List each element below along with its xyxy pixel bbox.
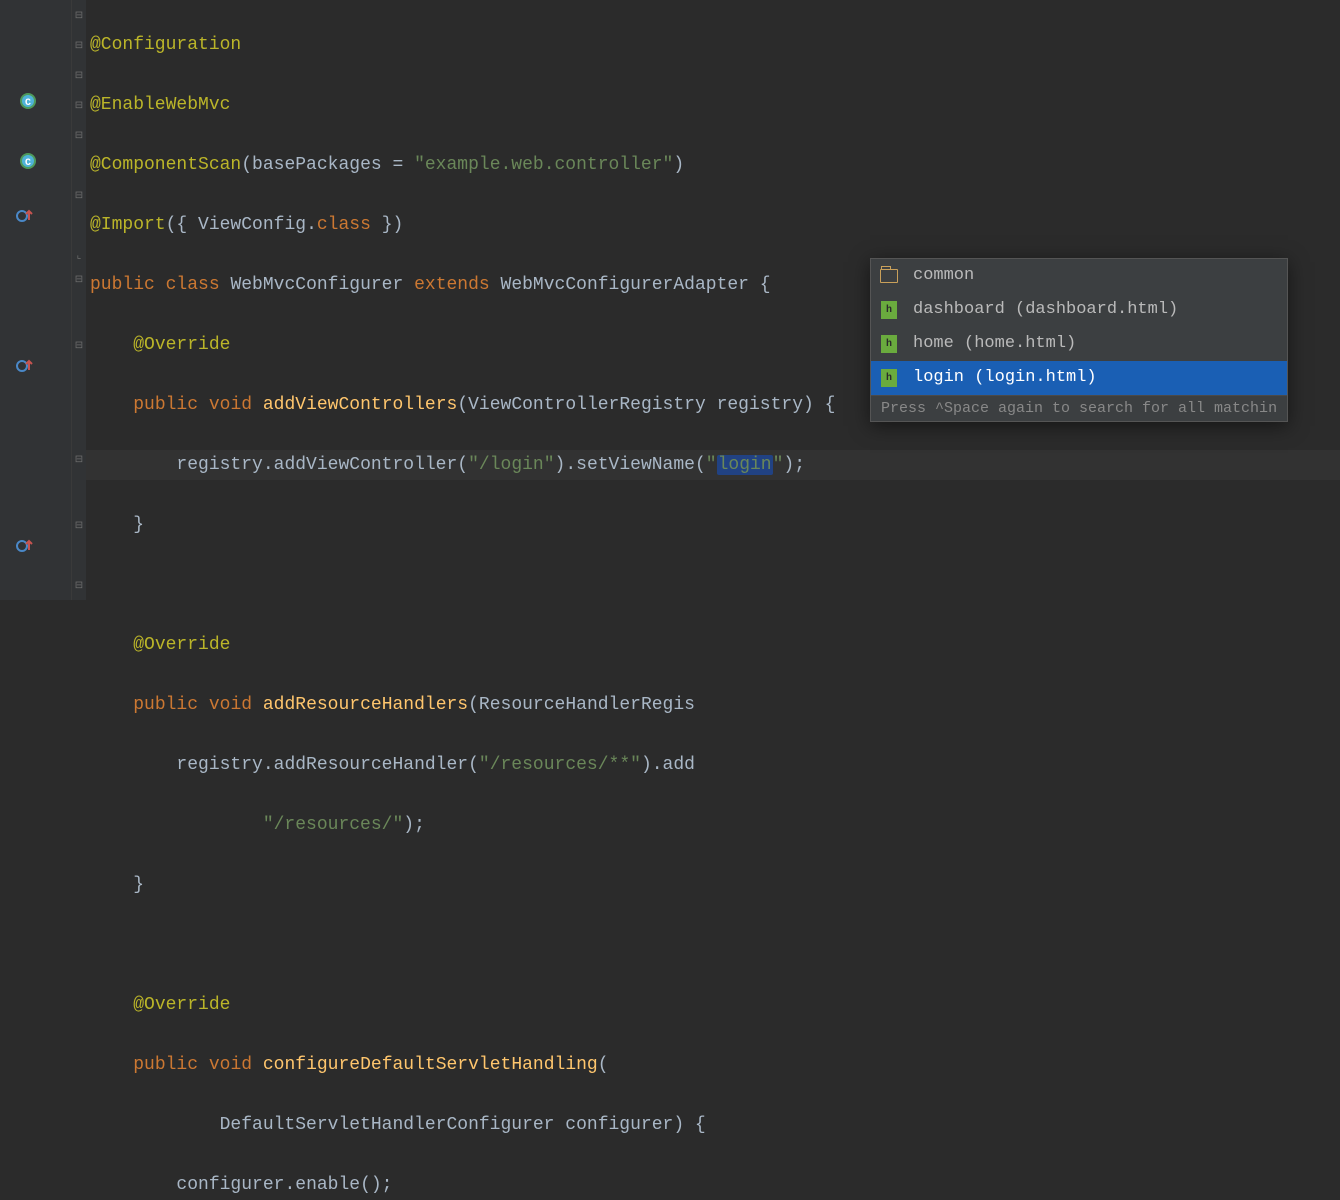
editor-gutter: CC — [0, 0, 72, 600]
fold-toggle-icon[interactable]: ⊟ — [73, 132, 85, 144]
svg-text:C: C — [25, 98, 31, 109]
annotation: @Configuration — [90, 35, 241, 55]
fold-end-icon: ⌞ — [73, 252, 85, 264]
annotation: @ComponentScan — [90, 155, 241, 175]
autocomplete-label: dashboard (dashboard.html) — [913, 293, 1178, 327]
annotation: @Override — [133, 995, 230, 1015]
svg-text:C: C — [25, 158, 31, 169]
method-name: addResourceHandlers — [263, 695, 468, 715]
autocomplete-label: login (login.html) — [913, 361, 1097, 395]
string-literal: "example.web.controller" — [414, 155, 673, 175]
spring-bean-icon[interactable]: C — [14, 147, 38, 171]
autocomplete-label: home (home.html) — [913, 327, 1076, 361]
method-name: configureDefaultServletHandling — [263, 1055, 598, 1075]
fold-toggle-icon[interactable]: ⊟ — [73, 342, 85, 354]
html-file-icon: h — [879, 368, 899, 388]
override-method-icon[interactable] — [16, 537, 34, 555]
html-file-icon: h — [879, 334, 899, 354]
fold-toggle-icon[interactable]: ⊟ — [73, 456, 85, 468]
spring-bean-icon[interactable]: C — [14, 87, 38, 111]
annotation: @EnableWebMvc — [90, 95, 230, 115]
annotation: @Override — [133, 335, 230, 355]
current-line: registry.addViewController("/login").set… — [86, 450, 1340, 480]
keyword: public — [90, 275, 155, 295]
selected-token: login — [717, 455, 773, 475]
annotation: @Override — [133, 635, 230, 655]
fold-toggle-icon[interactable]: ⊟ — [73, 72, 85, 84]
fold-toggle-icon[interactable]: ⊟ — [73, 276, 85, 288]
autocomplete-popup[interactable]: commonhdashboard (dashboard.html)hhome (… — [870, 258, 1288, 422]
class-name: WebMvcConfigurer — [230, 275, 403, 295]
folder-icon — [879, 266, 899, 286]
fold-toggle-icon[interactable]: ⊟ — [73, 522, 85, 534]
html-file-icon: h — [879, 300, 899, 320]
fold-column — [72, 0, 86, 600]
autocomplete-item[interactable]: h login (login.html) — [871, 361, 1287, 395]
autocomplete-item[interactable]: h dashboard (dashboard.html) — [871, 293, 1287, 327]
fold-toggle-icon[interactable]: ⊟ — [73, 582, 85, 594]
override-method-icon[interactable] — [16, 357, 34, 375]
fold-toggle-icon[interactable]: ⊟ — [73, 42, 85, 54]
autocomplete-hint: Press ^Space again to search for all mat… — [871, 395, 1287, 421]
method-name: addViewControllers — [263, 395, 457, 415]
autocomplete-item[interactable]: common — [871, 259, 1287, 293]
fold-toggle-icon[interactable]: ⊟ — [73, 102, 85, 114]
override-method-icon[interactable] — [16, 207, 34, 225]
annotation: @Import — [90, 215, 166, 235]
fold-toggle-icon[interactable]: ⊟ — [73, 12, 85, 24]
autocomplete-item[interactable]: h home (home.html) — [871, 327, 1287, 361]
attr-key: basePackages — [252, 155, 382, 175]
autocomplete-label: common — [913, 259, 974, 293]
fold-toggle-icon[interactable]: ⊟ — [73, 192, 85, 204]
